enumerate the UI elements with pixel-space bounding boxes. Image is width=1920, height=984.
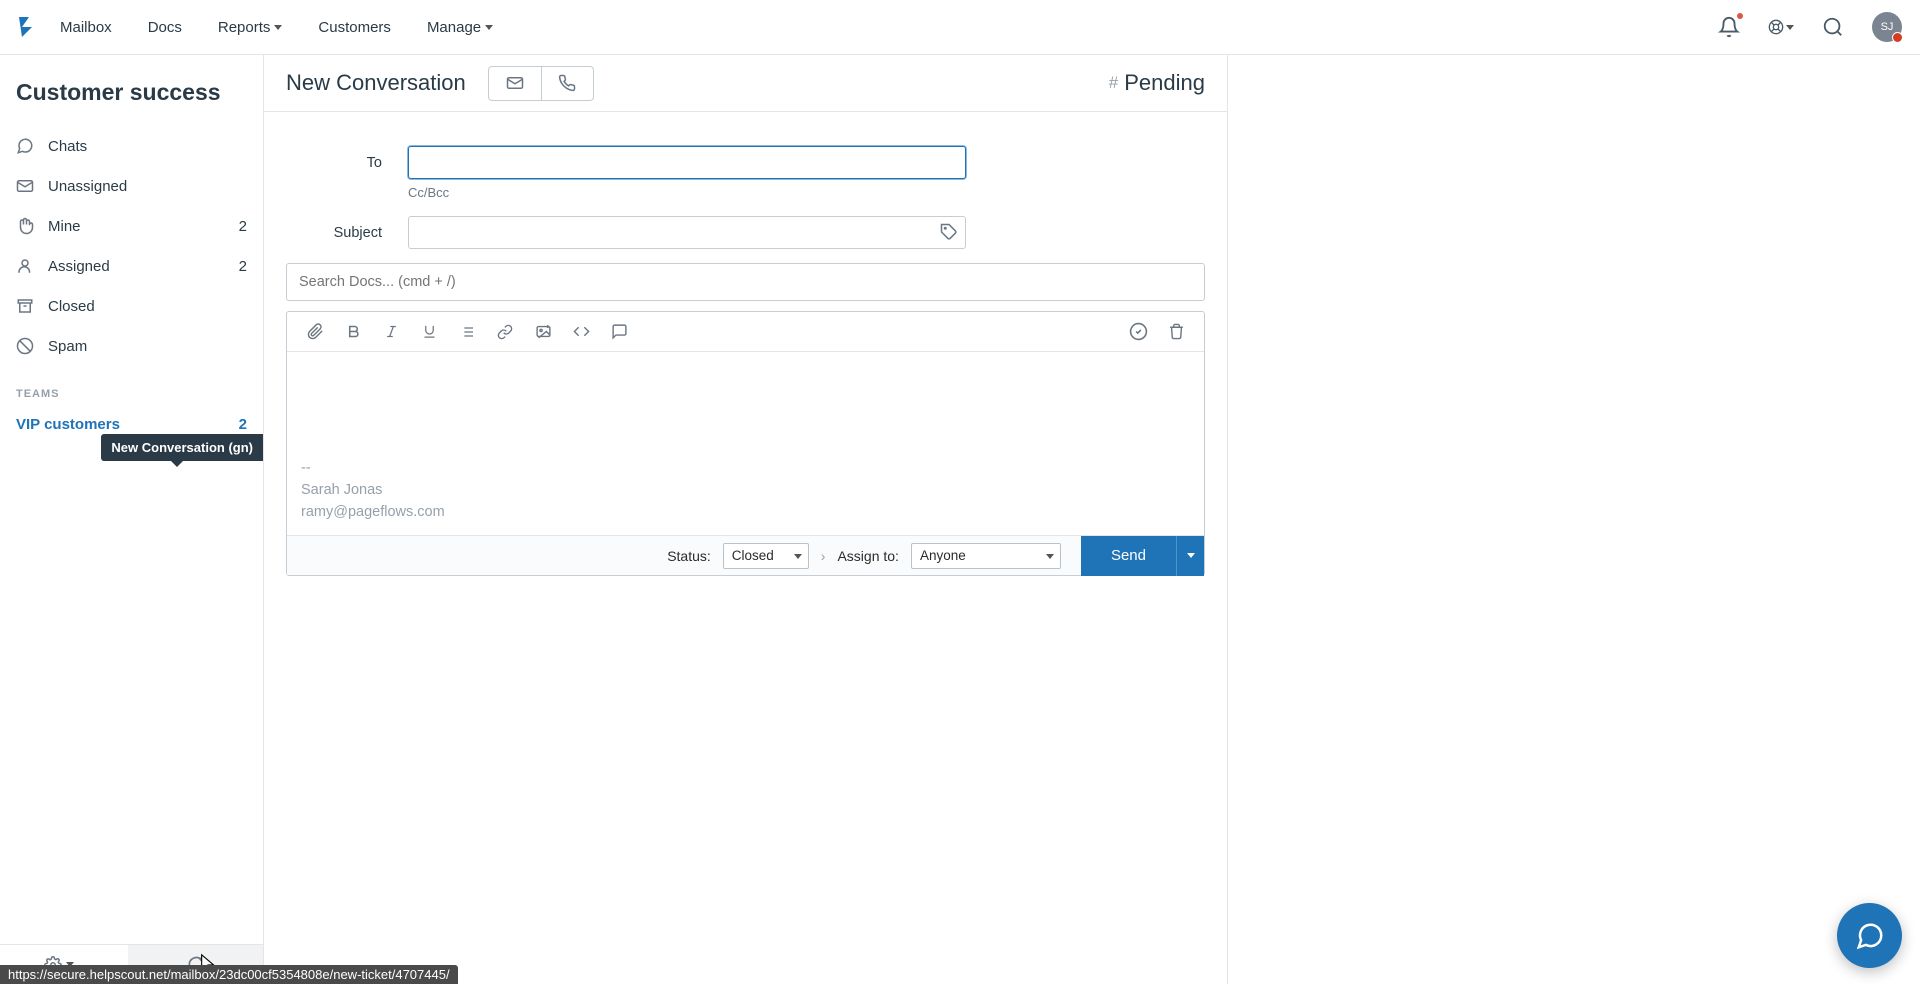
bold-icon [346, 324, 361, 339]
send-options-button[interactable] [1176, 536, 1204, 576]
notifications-icon[interactable] [1716, 14, 1742, 40]
caret-down-icon [1786, 25, 1794, 30]
list-icon [459, 324, 475, 340]
user-icon [16, 257, 34, 275]
hand-icon [16, 217, 34, 235]
top-nav: Mailbox Docs Reports Customers Manage SJ [0, 0, 1920, 55]
folder-assigned[interactable]: Assigned 2 [0, 246, 263, 286]
nav-manage[interactable]: Manage [427, 19, 493, 36]
chat-bubble-icon [1855, 921, 1885, 951]
envelope-icon [506, 74, 524, 92]
email-type-button[interactable] [489, 67, 541, 100]
nav-reports[interactable]: Reports [218, 19, 283, 36]
nav-mailbox[interactable]: Mailbox [60, 19, 112, 36]
beacon-chat-button[interactable] [1837, 903, 1902, 968]
image-button[interactable] [525, 314, 561, 350]
docs-search-input[interactable] [286, 263, 1205, 301]
editor-body[interactable]: -- Sarah Jonas ramy@pageflows.com [287, 352, 1204, 535]
nav-customers[interactable]: Customers [318, 19, 391, 36]
send-button[interactable]: Send [1081, 536, 1176, 576]
folder-unassigned[interactable]: Unassigned [0, 166, 263, 206]
saved-reply-button[interactable] [601, 314, 637, 350]
subject-label: Subject [286, 225, 408, 241]
chevron-right-icon: › [821, 548, 826, 564]
helpscout-logo[interactable] [14, 15, 38, 39]
right-panel [1227, 55, 1920, 984]
code-icon [573, 323, 590, 340]
phone-type-button[interactable] [541, 67, 593, 100]
archive-icon [16, 297, 34, 315]
italic-button[interactable] [373, 314, 409, 350]
sidebar: Customer success Chats Unassigned Mine 2… [0, 55, 264, 984]
status-label: Status: [667, 548, 711, 564]
conversation-status: # Pending [1109, 70, 1205, 96]
image-icon [535, 323, 552, 340]
envelope-icon [16, 177, 34, 195]
editor-footer: Status: Closed › Assign to: Anyone Send [287, 535, 1204, 575]
nav-docs[interactable]: Docs [148, 19, 182, 36]
speech-icon [611, 323, 628, 340]
help-icon[interactable] [1768, 14, 1794, 40]
paperclip-icon [307, 323, 324, 340]
message-editor: -- Sarah Jonas ramy@pageflows.com Status… [286, 311, 1205, 576]
link-icon [497, 324, 513, 340]
teams-heading: TEAMS [0, 366, 263, 406]
underline-icon [422, 324, 437, 339]
user-avatar[interactable]: SJ [1872, 12, 1902, 42]
conversation-type-toggle [488, 66, 594, 101]
assign-select[interactable]: Anyone [911, 543, 1061, 569]
browser-status-url: https://secure.helpscout.net/mailbox/23d… [0, 965, 458, 984]
new-conversation-tooltip: New Conversation (gn) [101, 434, 263, 461]
mailbox-name: Customer success [0, 73, 263, 126]
tag-icon[interactable] [940, 223, 958, 246]
check-circle-icon [1129, 322, 1148, 341]
to-label: To [286, 155, 408, 171]
folder-mine[interactable]: Mine 2 [0, 206, 263, 246]
ccbcc-toggle[interactable]: Cc/Bcc [408, 185, 1205, 200]
folder-closed[interactable]: Closed [0, 286, 263, 326]
italic-icon [384, 324, 399, 339]
main-content: New Conversation # Pending To Cc/Bcc Sub… [264, 55, 1227, 984]
spam-icon [16, 337, 34, 355]
hash-icon: # [1109, 73, 1118, 93]
trash-icon [1168, 323, 1185, 340]
chat-icon [16, 137, 34, 155]
folder-chats[interactable]: Chats [0, 126, 263, 166]
search-icon[interactable] [1820, 14, 1846, 40]
assign-label: Assign to: [837, 548, 898, 564]
to-input[interactable] [408, 146, 966, 179]
phone-icon [558, 74, 576, 92]
caret-down-icon [485, 25, 493, 30]
page-title: New Conversation [286, 70, 466, 96]
editor-toolbar [287, 312, 1204, 352]
notification-dot [1736, 12, 1744, 20]
underline-button[interactable] [411, 314, 447, 350]
caret-down-icon [274, 25, 282, 30]
folder-spam[interactable]: Spam [0, 326, 263, 366]
subject-input[interactable] [408, 216, 966, 249]
attachment-button[interactable] [297, 314, 333, 350]
check-button[interactable] [1120, 314, 1156, 350]
list-button[interactable] [449, 314, 485, 350]
caret-down-icon [1187, 553, 1195, 558]
status-select[interactable]: Closed [723, 543, 809, 569]
conversation-header: New Conversation # Pending [264, 55, 1227, 112]
bold-button[interactable] [335, 314, 371, 350]
code-button[interactable] [563, 314, 599, 350]
delete-button[interactable] [1158, 314, 1194, 350]
link-button[interactable] [487, 314, 523, 350]
signature: -- Sarah Jonas ramy@pageflows.com [301, 458, 1190, 523]
